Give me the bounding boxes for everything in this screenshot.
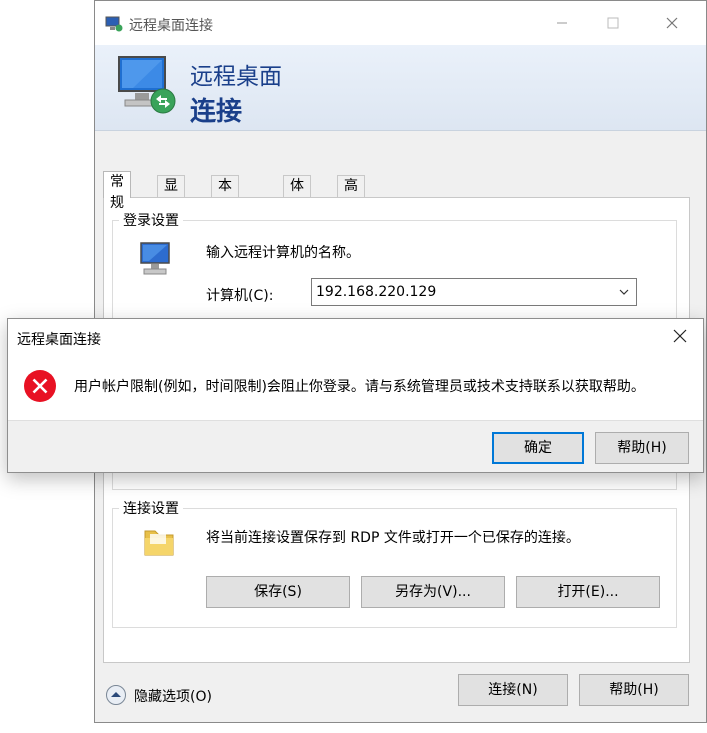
error-dialog: 远程桌面连接 用户帐户限制(例如，时间限制)会阻止你登录。请与系统管理员或技术支… [7, 318, 704, 473]
save-button[interactable]: 保存(S) [206, 576, 350, 608]
maximize-icon [607, 17, 619, 29]
computer-value: 192.168.220.129 [316, 284, 437, 300]
dialog-title: 远程桌面连接 [17, 332, 101, 348]
close-icon [673, 329, 687, 343]
connection-description: 将当前连接设置保存到 RDP 文件或打开一个已保存的连接。 [206, 530, 580, 546]
close-icon [666, 17, 678, 29]
dialog-help-button[interactable]: 帮助(H) [595, 432, 689, 464]
login-settings-label: 登录设置 [119, 210, 183, 230]
banner: 远程桌面 连接 [95, 45, 706, 131]
remote-desktop-monitor-icon [118, 56, 176, 114]
computer-icon [140, 242, 170, 275]
help-button[interactable]: 帮助(H) [579, 674, 689, 706]
dialog-footer: 确定 帮助(H) [8, 420, 703, 472]
save-as-button[interactable]: 另存为(V)... [361, 576, 505, 608]
connect-button[interactable]: 连接(N) [458, 674, 568, 706]
banner-subtitle: 连接 [190, 97, 243, 127]
remote-desktop-icon [105, 16, 123, 32]
dialog-message: 用户帐户限制(例如，时间限制)会阻止你登录。请与系统管理员或技术支持联系以获取帮… [74, 379, 645, 395]
maximize-button[interactable] [598, 9, 628, 39]
hide-options-link[interactable]: 隐藏选项(O) [134, 686, 212, 706]
tab-experience[interactable]: 体验 [283, 175, 311, 215]
tab-local-resources[interactable]: 本地资源 [211, 175, 239, 257]
computer-label: 计算机(C): [206, 288, 274, 304]
dialog-close-button[interactable] [665, 323, 695, 353]
title-bar: 远程桌面连接 [95, 1, 706, 45]
minimize-button[interactable] [547, 9, 577, 39]
tab-general[interactable]: 常规 [103, 171, 131, 211]
collapse-options-icon[interactable] [105, 684, 127, 706]
error-icon [24, 370, 56, 402]
connection-settings-label: 连接设置 [119, 498, 183, 518]
banner-title: 远程桌面 [190, 64, 282, 90]
login-prompt: 输入远程计算机的名称。 [206, 245, 360, 261]
minimize-icon [557, 22, 567, 24]
folder-icon [144, 530, 174, 556]
window-title: 远程桌面连接 [129, 18, 213, 34]
open-button[interactable]: 打开(E)... [516, 576, 660, 608]
ok-button[interactable]: 确定 [492, 432, 584, 464]
tab-advanced[interactable]: 高级 [337, 175, 365, 215]
computer-combobox[interactable]: 192.168.220.129 [311, 278, 637, 306]
close-button[interactable] [657, 9, 687, 39]
tab-display[interactable]: 显示 [157, 175, 185, 215]
chevron-down-icon[interactable] [618, 279, 630, 315]
connection-settings-group: 连接设置 将当前连接设置保存到 RDP 文件或打开一个已保存的连接。 保存(S)… [112, 498, 677, 628]
